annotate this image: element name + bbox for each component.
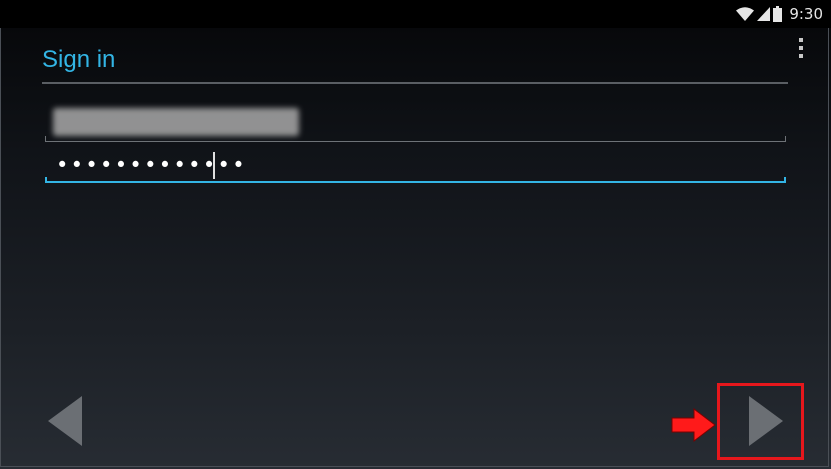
page-title: Sign in — [42, 46, 116, 73]
screen-frame — [0, 0, 829, 467]
text-caret — [213, 152, 215, 179]
password-field[interactable]: ••••••••••••• — [45, 146, 786, 186]
red-pointer-arrow-icon — [671, 407, 716, 443]
password-value: ••••••••••••• — [56, 153, 247, 177]
back-arrow-icon — [48, 396, 82, 446]
battery-icon — [773, 6, 783, 22]
back-button[interactable] — [40, 392, 90, 452]
email-field[interactable] — [45, 102, 786, 142]
overflow-menu-icon[interactable] — [796, 38, 806, 58]
email-underline — [45, 136, 786, 142]
status-time: 9:30 — [789, 5, 823, 23]
title-divider — [42, 82, 788, 84]
cell-signal-icon — [757, 7, 771, 21]
status-bar: 9:30 — [0, 0, 831, 28]
status-icons: 9:30 — [736, 4, 823, 24]
password-underline — [45, 177, 786, 183]
next-arrow-icon — [749, 396, 783, 446]
wifi-icon — [736, 7, 755, 21]
next-button[interactable] — [736, 392, 792, 452]
email-redacted-value — [53, 108, 299, 136]
